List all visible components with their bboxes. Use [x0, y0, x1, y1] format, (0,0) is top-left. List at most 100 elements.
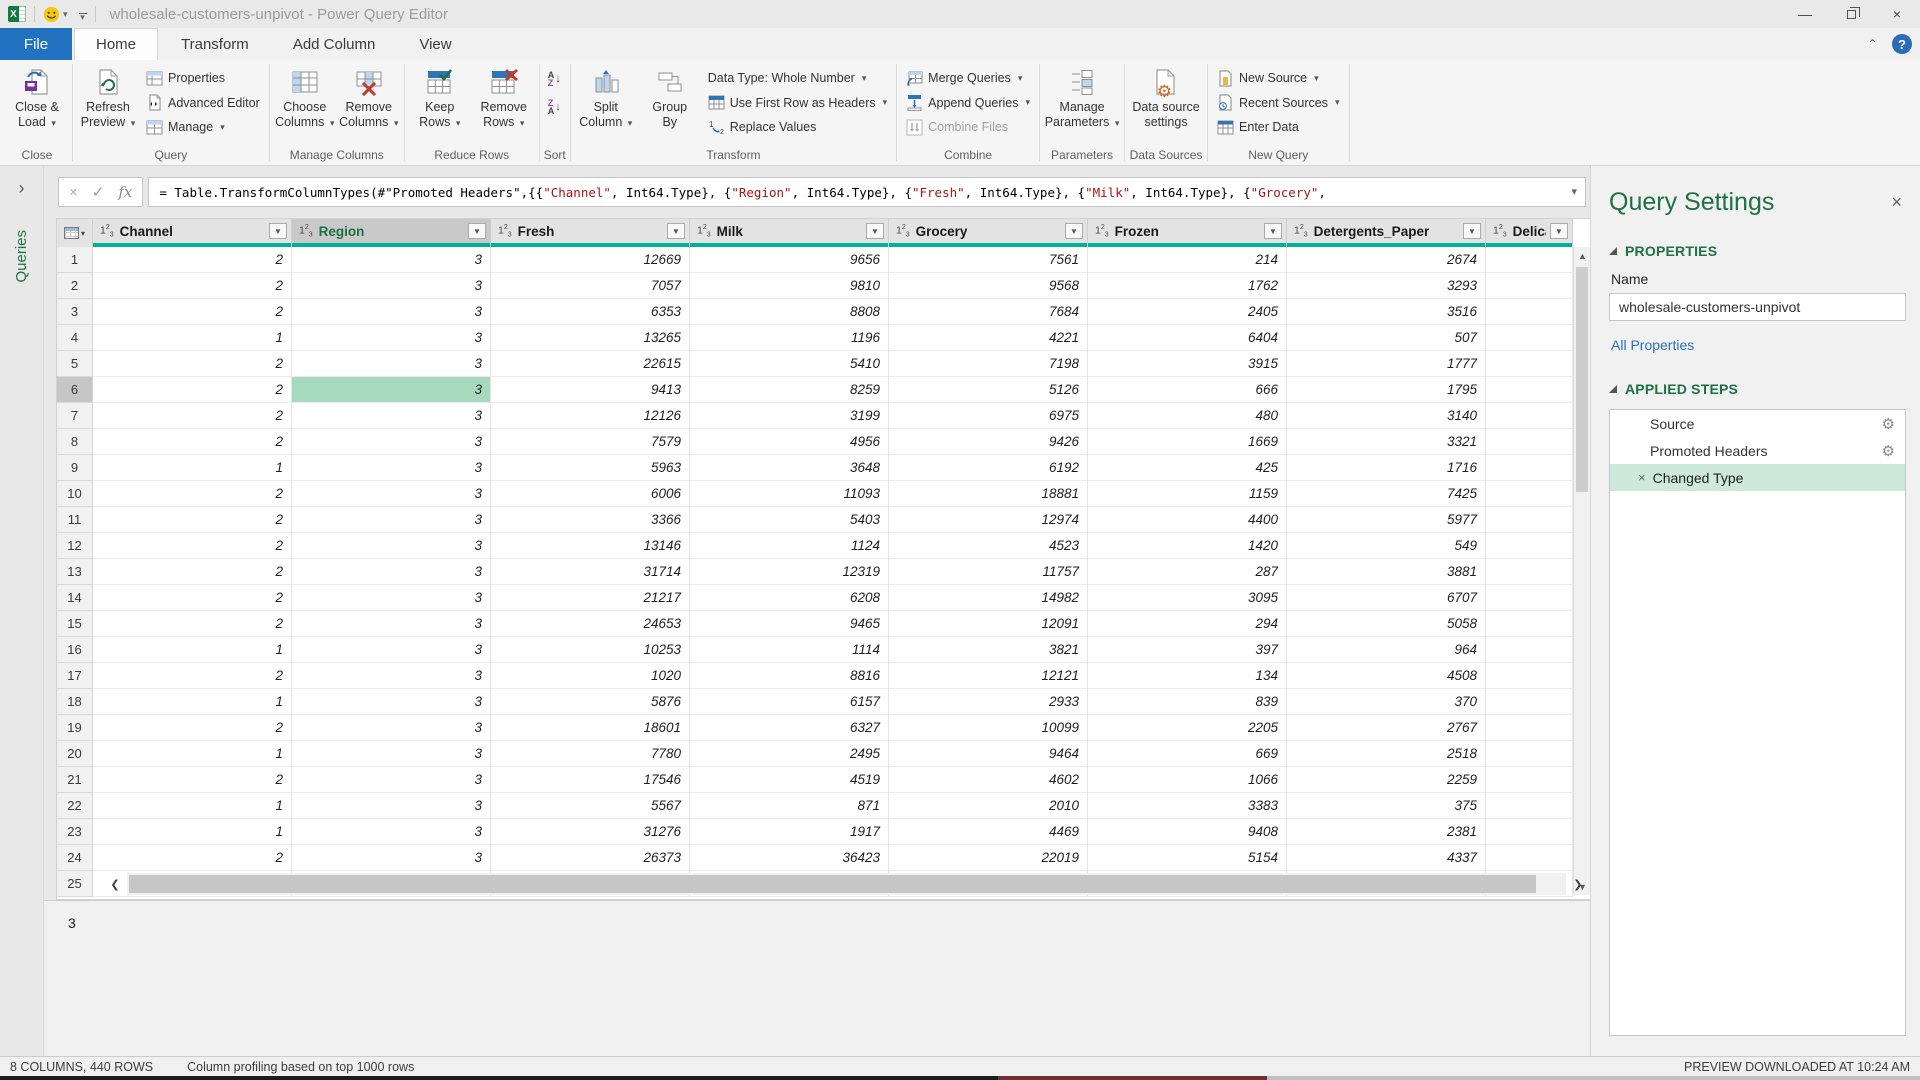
table-cell[interactable]: 3	[292, 793, 491, 819]
table-cell[interactable]: 1	[93, 819, 292, 845]
table-cell[interactable]: 964	[1287, 637, 1486, 663]
table-cell[interactable]: 3383	[1088, 793, 1287, 819]
tab-file[interactable]: File	[0, 28, 72, 60]
table-cell[interactable]: 6157	[690, 689, 889, 715]
tab-home[interactable]: Home	[74, 28, 158, 60]
filter-dropdown-icon[interactable]: ▼	[866, 223, 884, 239]
split-column-button[interactable]: SplitColumn ▾	[575, 63, 637, 146]
row-number[interactable]: 23	[57, 819, 93, 845]
table-cell[interactable]: 2	[93, 845, 292, 871]
smiley-dropdown-caret-icon[interactable]: ▾	[63, 9, 68, 20]
table-cell[interactable]: 3140	[1287, 403, 1486, 429]
table-cell[interactable]: 7561	[889, 247, 1088, 273]
row-number[interactable]: 25	[57, 871, 93, 897]
row-number[interactable]: 20	[57, 741, 93, 767]
keep-rows-button[interactable]: KeepRows ▾	[409, 63, 471, 146]
table-cell[interactable]: 3	[292, 507, 491, 533]
table-cell[interactable]: 7780	[491, 741, 690, 767]
sort-descending-button[interactable]: ZA↓	[544, 96, 566, 118]
row-number[interactable]: 19	[57, 715, 93, 741]
table-cell[interactable]: 4337	[1287, 845, 1486, 871]
table-cell[interactable]	[1486, 741, 1573, 767]
table-cell[interactable]: 669	[1088, 741, 1287, 767]
row-number[interactable]: 21	[57, 767, 93, 793]
table-cell[interactable]: 2	[93, 403, 292, 429]
table-cell[interactable]: 2	[93, 585, 292, 611]
table-cell[interactable]: 6208	[690, 585, 889, 611]
row-number[interactable]: 1	[57, 247, 93, 273]
filter-dropdown-icon[interactable]: ▼	[269, 223, 287, 239]
table-cell[interactable]: 8259	[690, 377, 889, 403]
table-cell[interactable]: 11093	[690, 481, 889, 507]
table-cell[interactable]: 871	[690, 793, 889, 819]
table-cell[interactable]: 9810	[690, 273, 889, 299]
table-cell[interactable]: 3	[292, 247, 491, 273]
table-cell[interactable]: 2	[93, 533, 292, 559]
row-number[interactable]: 8	[57, 429, 93, 455]
table-cell[interactable]: 397	[1088, 637, 1287, 663]
table-cell[interactable]	[1486, 689, 1573, 715]
table-cell[interactable]: 3321	[1287, 429, 1486, 455]
delete-step-icon[interactable]: ×	[1638, 470, 1646, 485]
table-cell[interactable]: 3881	[1287, 559, 1486, 585]
row-number[interactable]: 16	[57, 637, 93, 663]
table-cell[interactable]	[1486, 507, 1573, 533]
table-cell[interactable]: 1795	[1287, 377, 1486, 403]
sort-ascending-button[interactable]: AZ↓	[544, 68, 566, 90]
advanced-editor-button[interactable]: Advanced Editor	[143, 92, 263, 114]
table-cell[interactable]: 3	[292, 767, 491, 793]
table-cell[interactable]: 549	[1287, 533, 1486, 559]
table-cell[interactable]: 6404	[1088, 325, 1287, 351]
table-cell[interactable]: 2495	[690, 741, 889, 767]
group-by-button[interactable]: GroupBy	[639, 63, 701, 146]
tab-view[interactable]: View	[398, 28, 472, 60]
table-cell[interactable]: 1917	[690, 819, 889, 845]
table-cell[interactable]: 9413	[491, 377, 690, 403]
table-cell[interactable]: 7057	[491, 273, 690, 299]
table-cell[interactable]	[1486, 455, 1573, 481]
table-cell[interactable]: 2405	[1088, 299, 1287, 325]
table-cell[interactable]: 2	[93, 481, 292, 507]
table-cell[interactable]: 3	[292, 299, 491, 325]
table-cell[interactable]: 1066	[1088, 767, 1287, 793]
step-settings-gear-icon[interactable]: ⚙	[1882, 442, 1895, 460]
scroll-left-icon[interactable]: ❮	[105, 873, 125, 895]
refresh-preview-button[interactable]: RefreshPreview ▾	[77, 63, 139, 146]
row-number[interactable]: 3	[57, 299, 93, 325]
table-cell[interactable]: 12121	[889, 663, 1088, 689]
table-cell[interactable]: 1	[93, 793, 292, 819]
table-cell[interactable]: 1124	[690, 533, 889, 559]
collapse-ribbon-icon[interactable]: ⌃	[1867, 38, 1878, 51]
table-cell[interactable]: 3	[292, 325, 491, 351]
table-cell[interactable]: 6353	[491, 299, 690, 325]
remove-columns-button[interactable]: RemoveColumns ▾	[338, 63, 400, 146]
manage-button[interactable]: Manage▾	[143, 116, 263, 138]
table-cell[interactable]: 3648	[690, 455, 889, 481]
table-cell[interactable]: 3	[292, 741, 491, 767]
table-cell[interactable]	[1486, 611, 1573, 637]
row-number[interactable]: 14	[57, 585, 93, 611]
table-cell[interactable]: 3	[292, 403, 491, 429]
table-cell[interactable]: 17546	[491, 767, 690, 793]
table-cell[interactable]: 2	[93, 299, 292, 325]
step-settings-gear-icon[interactable]: ⚙	[1882, 415, 1895, 433]
row-number[interactable]: 6	[57, 377, 93, 403]
table-cell[interactable]: 11757	[889, 559, 1088, 585]
table-cell[interactable]: 2	[93, 507, 292, 533]
table-cell[interactable]: 18881	[889, 481, 1088, 507]
table-cell[interactable]	[1486, 247, 1573, 273]
applied-step-changed-type[interactable]: ×Changed Type	[1610, 464, 1905, 491]
table-cell[interactable]	[1486, 637, 1573, 663]
applied-step-promoted-headers[interactable]: Promoted Headers⚙	[1610, 437, 1905, 464]
table-cell[interactable]: 6707	[1287, 585, 1486, 611]
table-cell[interactable]	[1486, 481, 1573, 507]
table-cell[interactable]: 5126	[889, 377, 1088, 403]
table-cell[interactable]: 3	[292, 533, 491, 559]
row-number[interactable]: 9	[57, 455, 93, 481]
table-cell[interactable]	[1486, 663, 1573, 689]
table-cell[interactable]: 4508	[1287, 663, 1486, 689]
table-cell[interactable]	[1486, 819, 1573, 845]
table-cell[interactable]: 2	[93, 429, 292, 455]
table-cell[interactable]: 9656	[690, 247, 889, 273]
table-cell[interactable]: 3	[292, 689, 491, 715]
